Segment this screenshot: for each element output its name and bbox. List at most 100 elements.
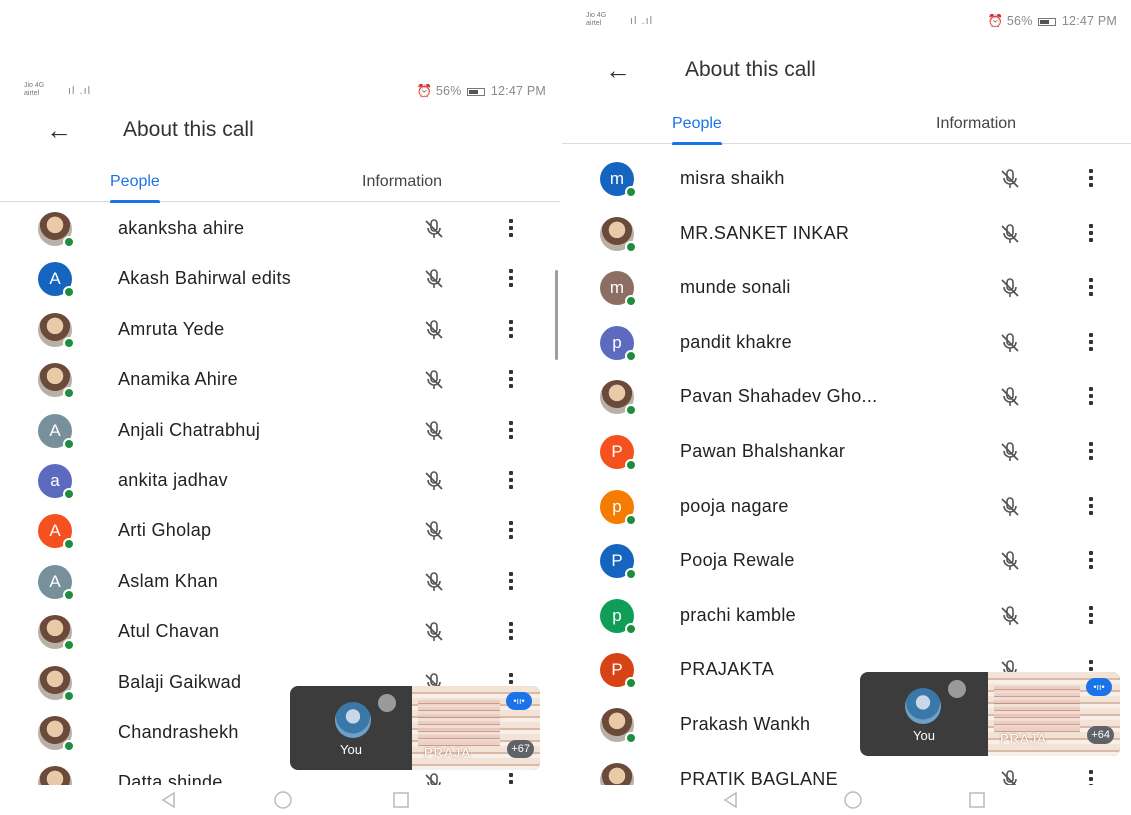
more-options-icon[interactable] bbox=[506, 318, 516, 342]
participant-row[interactable]: p pooja nagare bbox=[562, 482, 1131, 537]
avatar bbox=[38, 212, 75, 248]
participant-row[interactable]: A Aslam Khan bbox=[0, 557, 560, 607]
participant-row[interactable]: A Arti Gholap bbox=[0, 506, 560, 556]
participant-row[interactable]: Anamika Ahire bbox=[0, 355, 560, 405]
online-status-icon bbox=[63, 588, 75, 601]
nav-home-icon[interactable] bbox=[272, 789, 294, 811]
mic-off-icon bbox=[425, 420, 443, 440]
more-options-icon[interactable] bbox=[1086, 331, 1096, 355]
system-nav-bar bbox=[0, 785, 560, 815]
avatar bbox=[600, 216, 637, 253]
avatar bbox=[38, 312, 75, 349]
nav-recents-icon[interactable] bbox=[966, 789, 988, 811]
nav-recents-icon[interactable] bbox=[390, 789, 412, 811]
battery-percent: 56% bbox=[435, 84, 462, 98]
more-options-icon[interactable] bbox=[1086, 549, 1096, 573]
nav-home-icon[interactable] bbox=[842, 789, 864, 811]
more-options-icon[interactable] bbox=[506, 368, 516, 392]
page-title: About this call bbox=[685, 58, 816, 81]
clock: 12:47 PM bbox=[490, 84, 546, 98]
participant-name: ankita jadhav bbox=[118, 469, 228, 490]
you-label: You bbox=[340, 742, 362, 757]
self-view-pip[interactable]: You •ıı• PRAJA +64 bbox=[860, 672, 1120, 756]
avatar bbox=[600, 380, 637, 417]
avatar-initial: A bbox=[49, 269, 61, 289]
page-title: About this call bbox=[123, 118, 254, 141]
avatar bbox=[600, 762, 634, 785]
participant-name: misra shaikh bbox=[680, 168, 785, 188]
more-options-icon[interactable] bbox=[1086, 167, 1096, 191]
participant-name: Pooja Rewale bbox=[680, 550, 795, 571]
more-options-icon[interactable] bbox=[1086, 768, 1096, 785]
more-options-icon[interactable] bbox=[506, 570, 516, 594]
participant-row[interactable]: m munde sonali bbox=[562, 263, 1131, 318]
mic-off-icon bbox=[1001, 442, 1019, 461]
mic-off-icon bbox=[425, 571, 443, 591]
more-options-icon[interactable] bbox=[1086, 440, 1096, 464]
participant-name: pandit khakre bbox=[680, 331, 792, 352]
more-options-icon[interactable] bbox=[506, 267, 516, 291]
back-arrow-icon[interactable]: ← bbox=[45, 116, 73, 144]
online-status-icon bbox=[625, 513, 637, 526]
tab-information[interactable]: Information bbox=[936, 104, 1016, 144]
self-tile: You bbox=[860, 672, 988, 756]
participant-row[interactable]: MR.SANKET INKAR bbox=[562, 209, 1131, 264]
more-options-icon[interactable] bbox=[1086, 222, 1096, 246]
participant-row[interactable]: akanksha ahire bbox=[0, 204, 560, 254]
participant-row[interactable]: Pavan Shahadev Gho... bbox=[562, 372, 1131, 427]
status-right: ⏰ 56% 12:47 PM bbox=[416, 84, 546, 99]
you-label: You bbox=[913, 728, 935, 743]
participant-count-badge: +67 bbox=[507, 740, 534, 758]
back-arrow-icon[interactable]: ← bbox=[604, 56, 632, 84]
more-options-icon[interactable] bbox=[506, 217, 516, 241]
avatar: P bbox=[600, 544, 637, 581]
more-options-icon[interactable] bbox=[1086, 495, 1096, 519]
participant-name: Arti Gholap bbox=[118, 520, 212, 541]
self-tile: You bbox=[290, 686, 412, 770]
avatar-initial: p bbox=[612, 332, 622, 352]
participant-name: Datta shinde bbox=[118, 772, 223, 785]
tab-information[interactable]: Information bbox=[362, 162, 442, 202]
participant-row[interactable]: m misra shaikh bbox=[562, 154, 1131, 209]
more-options-icon[interactable] bbox=[1086, 604, 1096, 628]
participant-row[interactable]: A Anjali Chatrabhuj bbox=[0, 406, 560, 456]
nav-back-icon[interactable] bbox=[158, 789, 180, 811]
nav-back-icon[interactable] bbox=[720, 789, 742, 811]
participant-row[interactable]: PRATIK BAGLANE bbox=[562, 755, 1131, 785]
more-options-icon[interactable] bbox=[1086, 385, 1096, 409]
participant-row[interactable]: Atul Chavan bbox=[0, 607, 560, 657]
participant-row[interactable]: P Pawan Bhalshankar bbox=[562, 427, 1131, 482]
participant-row[interactable]: P Pooja Rewale bbox=[562, 536, 1131, 591]
self-avatar bbox=[905, 688, 941, 724]
more-options-icon[interactable] bbox=[506, 419, 516, 443]
online-status-icon bbox=[625, 349, 637, 362]
mic-off-icon bbox=[425, 773, 441, 785]
online-status-icon bbox=[625, 731, 637, 744]
more-options-icon[interactable] bbox=[1086, 276, 1096, 300]
battery-percent: 56% bbox=[1006, 14, 1033, 28]
tab-people[interactable]: People bbox=[110, 162, 160, 203]
avatar: P bbox=[600, 434, 637, 471]
avatar: p bbox=[600, 325, 637, 362]
participant-name: pooja nagare bbox=[680, 495, 789, 516]
participant-row[interactable]: p prachi kamble bbox=[562, 591, 1131, 646]
participant-row[interactable]: Amruta Yede bbox=[0, 305, 560, 355]
avatar-initial: A bbox=[49, 420, 61, 440]
participant-row[interactable]: a ankita jadhav bbox=[0, 456, 560, 506]
scrollbar[interactable] bbox=[555, 270, 558, 360]
tab-people[interactable]: People bbox=[672, 104, 722, 145]
avatar: a bbox=[38, 463, 75, 500]
more-options-icon[interactable] bbox=[506, 620, 516, 644]
participant-name: Chandrashekh bbox=[118, 721, 239, 742]
participant-row[interactable]: A Akash Bahirwal edits bbox=[0, 254, 560, 304]
mic-off-icon bbox=[425, 319, 443, 339]
battery-icon bbox=[467, 87, 486, 96]
app-bar: ← About this call bbox=[0, 110, 560, 150]
more-options-icon[interactable] bbox=[506, 469, 516, 493]
online-status-icon bbox=[63, 437, 75, 450]
online-status-icon bbox=[63, 639, 75, 652]
more-options-icon[interactable] bbox=[506, 771, 516, 785]
participant-row[interactable]: p pandit khakre bbox=[562, 318, 1131, 373]
more-options-icon[interactable] bbox=[506, 519, 516, 543]
self-view-pip[interactable]: You •ıı• PRAJA +67 bbox=[290, 686, 540, 770]
